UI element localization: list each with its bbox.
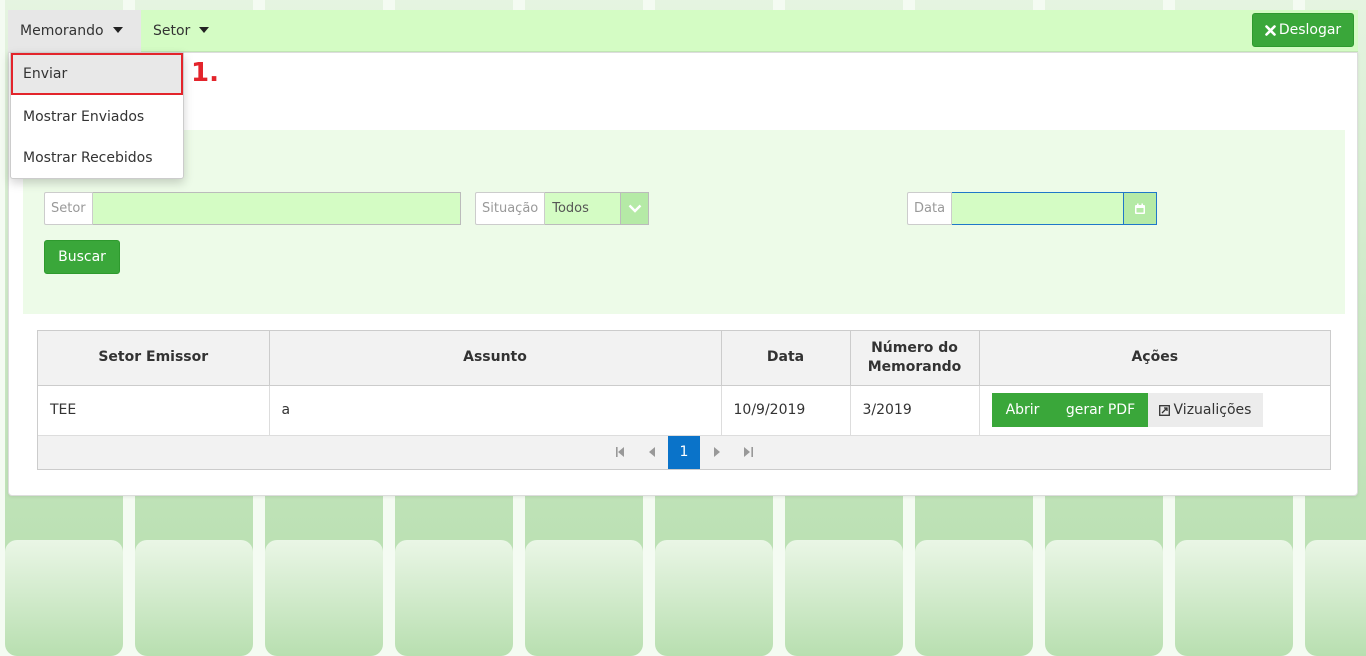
data-input[interactable] [952, 192, 1125, 225]
menu-setor[interactable]: Setor [141, 10, 221, 52]
background-tile [1175, 540, 1293, 656]
col-setor-emissor[interactable]: Setor Emissor [38, 331, 270, 386]
background-tile [1305, 540, 1366, 656]
setor-filter: Setor [44, 192, 461, 225]
background-tile [135, 540, 253, 656]
menu-setor-label: Setor [153, 23, 191, 39]
table-header-row: Setor Emissor Assunto Data Número do Mem… [38, 331, 1330, 386]
main-panel: Setor Situação Todos Data Buscar Setor E… [8, 52, 1358, 496]
memorando-dropdown: Enviar Mostrar Enviados Mostrar Recebido… [10, 52, 184, 179]
setor-addon: Setor [44, 192, 93, 225]
top-navbar: Memorando Setor Deslogar [8, 10, 1358, 52]
data-addon: Data [907, 192, 953, 225]
page-number-current[interactable]: 1 [668, 435, 700, 469]
filter-panel: Setor Situação Todos Data Buscar [23, 130, 1345, 314]
situacao-addon: Situação [475, 192, 546, 225]
cell-setor-emissor: TEE [38, 385, 270, 436]
col-assunto[interactable]: Assunto [269, 331, 722, 386]
menu-memorando-label: Memorando [20, 23, 104, 39]
prev-page-icon[interactable] [636, 436, 668, 469]
situacao-selected-value: Todos [545, 192, 622, 225]
background-tile [785, 540, 903, 656]
situacao-filter: Situação Todos [475, 192, 650, 225]
caret-down-icon [112, 27, 123, 33]
background-tile [5, 540, 123, 656]
col-data[interactable]: Data [721, 331, 851, 386]
dropdown-item-mostrar-enviados[interactable]: Mostrar Enviados [11, 96, 183, 138]
background-tile [395, 540, 513, 656]
data-filter: Data [907, 192, 1158, 225]
search-button[interactable]: Buscar [44, 240, 120, 274]
open-button[interactable]: Abrir [991, 393, 1054, 427]
next-page-icon[interactable] [700, 436, 732, 469]
background-tile [525, 540, 643, 656]
situacao-select[interactable]: Todos [545, 192, 650, 225]
col-numero-memorando[interactable]: Número do Memorando [850, 331, 980, 386]
first-page-icon[interactable] [604, 436, 636, 469]
generate-pdf-button[interactable]: gerar PDF [1053, 393, 1148, 427]
background-tile [1045, 540, 1163, 656]
results-table: Setor Emissor Assunto Data Número do Mem… [37, 330, 1331, 470]
logout-button[interactable]: Deslogar [1252, 13, 1354, 47]
chevron-down-icon[interactable] [621, 192, 650, 225]
step-annotation: 1. [191, 58, 219, 88]
table-row: TEE a 10/9/2019 3/2019 Abrir gerar PDF Vi… [38, 385, 1330, 436]
x-icon [1265, 24, 1276, 36]
views-label: Vizualições [1173, 402, 1252, 418]
cell-acoes: Abrir gerar PDF Vizualições [979, 385, 1330, 436]
background-tile [915, 540, 1033, 656]
dropdown-item-mostrar-recebidos[interactable]: Mostrar Recebidos [11, 137, 183, 179]
calendar-icon[interactable] [1124, 192, 1158, 225]
cell-numero: 3/2019 [850, 385, 980, 436]
cell-assunto: a [269, 385, 722, 436]
col-acoes: Ações [979, 331, 1330, 386]
background-tile [655, 540, 773, 656]
external-link-icon [1158, 404, 1170, 416]
logout-label: Deslogar [1278, 22, 1342, 38]
dropdown-item-enviar[interactable]: Enviar [11, 53, 183, 95]
caret-down-icon [199, 27, 210, 33]
background-tile [265, 540, 383, 656]
pagination: 1 [38, 435, 1330, 469]
views-button[interactable]: Vizualições [1147, 393, 1263, 427]
menu-memorando[interactable]: Memorando [8, 10, 141, 52]
last-page-icon[interactable] [732, 436, 764, 469]
cell-data: 10/9/2019 [721, 385, 851, 436]
setor-input[interactable] [92, 192, 461, 225]
